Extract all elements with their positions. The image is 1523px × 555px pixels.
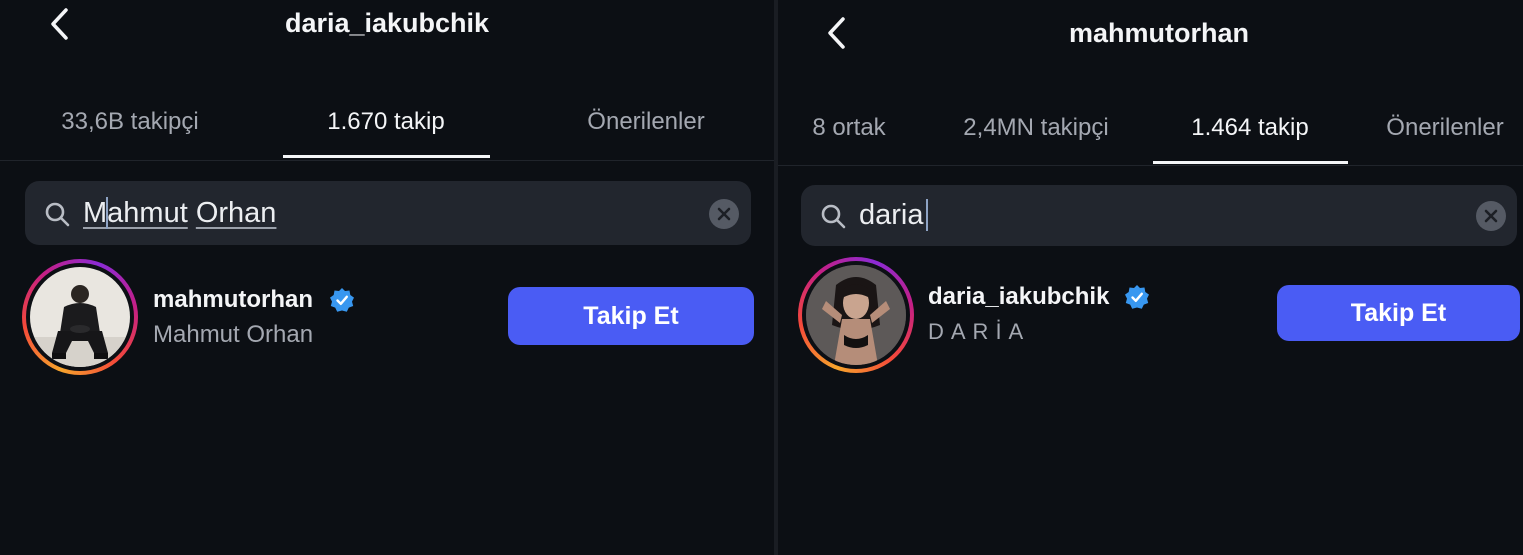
follow-button[interactable]: Takip Et	[508, 287, 754, 345]
back-arrow-icon[interactable]	[821, 13, 851, 53]
result-username[interactable]: mahmutorhan	[153, 286, 313, 314]
follow-button[interactable]: Takip Et	[1277, 285, 1520, 341]
text-cursor	[106, 197, 108, 229]
search-field[interactable]: Mahmut Orhan	[25, 181, 751, 245]
profile-title: mahmutorhan	[1068, 18, 1250, 48]
search-icon	[43, 200, 71, 228]
tab-suggested[interactable]: Önerilenler	[587, 108, 704, 136]
search-input[interactable]: daria	[859, 199, 924, 232]
clear-search-icon[interactable]	[1476, 201, 1506, 231]
profile-title: daria_iakubchik	[284, 8, 490, 38]
verified-badge-icon	[329, 287, 355, 313]
active-tab-indicator	[1153, 161, 1348, 164]
search-field[interactable]: daria	[801, 185, 1517, 246]
tab-followers[interactable]: 33,6B takipçi	[61, 108, 198, 136]
search-input[interactable]: Mahmut Orhan	[83, 197, 276, 230]
search-word-2: Orhan	[195, 197, 277, 229]
back-arrow-icon[interactable]	[44, 4, 74, 44]
search-word-1: Mahmut	[83, 197, 188, 229]
avatar-story-ring[interactable]	[798, 257, 914, 373]
result-full-name: DARİA	[928, 319, 1031, 344]
left-screen: daria_iakubchik 33,6B takipçi 1.670 taki…	[0, 0, 774, 555]
tab-divider	[778, 165, 1523, 166]
search-icon	[819, 202, 847, 230]
right-screen: mahmutorhan 8 ortak 2,4MN takipçi 1.464 …	[778, 0, 1523, 555]
man-sitting-photo-avatar	[30, 267, 130, 367]
clear-search-icon[interactable]	[709, 199, 739, 229]
tab-followers[interactable]: 2,4MN takipçi	[963, 114, 1108, 142]
woman-portrait-photo-avatar	[806, 265, 906, 365]
result-full-name: Mahmut Orhan	[153, 321, 314, 348]
tab-mutual[interactable]: 8 ortak	[812, 114, 885, 142]
text-cursor	[926, 199, 928, 231]
active-tab-indicator	[283, 155, 490, 158]
avatar-story-ring[interactable]	[22, 259, 138, 375]
result-username[interactable]: daria_iakubchik	[928, 283, 1109, 311]
tab-suggested[interactable]: Önerilenler	[1386, 114, 1503, 142]
tab-divider	[0, 160, 774, 161]
tab-following[interactable]: 1.464 takip	[1191, 114, 1308, 142]
verified-badge-icon	[1124, 284, 1150, 310]
tab-following[interactable]: 1.670 takip	[327, 108, 444, 136]
